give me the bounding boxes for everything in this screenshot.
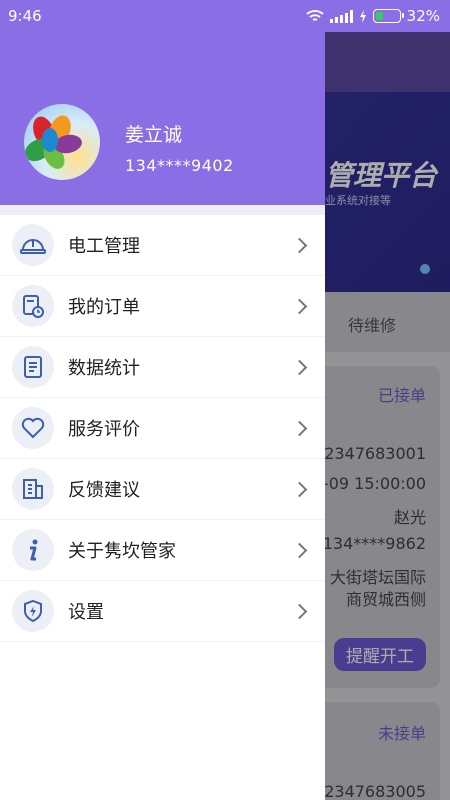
menu-label: 数据统计 [68,358,140,379]
menu-item-data-statistics[interactable]: 数据统计 [0,337,325,398]
divider [0,205,325,215]
menu-item-electrician-management[interactable]: 电工管理 [0,215,325,276]
chevron-right-icon [291,298,308,314]
navigation-drawer: 姜立诚 134****9402 电工管理 我的订单 数据统计 服务评价 反馈建议… [0,0,325,800]
menu-label: 关于隽坎管家 [68,541,176,562]
shield-lightning-icon [12,590,54,632]
order-icon [12,285,54,327]
drawer-menu: 电工管理 我的订单 数据统计 服务评价 反馈建议 关于隽坎管家 设置 [0,215,325,642]
menu-label: 设置 [68,602,104,623]
menu-item-about[interactable]: 关于隽坎管家 [0,520,325,581]
status-time: 9:46 [8,7,42,25]
battery-percent: 32% [406,7,440,25]
signal-icon [329,9,353,23]
user-name: 姜立诚 [125,124,183,146]
heart-icon [12,407,54,449]
chevron-right-icon [291,359,308,375]
chevron-right-icon [291,420,308,436]
chevron-right-icon [291,603,308,619]
helmet-icon [12,224,54,266]
menu-item-service-rating[interactable]: 服务评价 [0,398,325,459]
battery-icon [372,9,404,23]
menu-item-settings[interactable]: 设置 [0,581,325,642]
building-icon [12,468,54,510]
document-icon [12,346,54,388]
menu-label: 服务评价 [68,419,140,440]
chevron-right-icon [291,542,308,558]
menu-item-my-orders[interactable]: 我的订单 [0,276,325,337]
chevron-right-icon [291,481,308,497]
flower-logo-icon [24,115,82,169]
wifi-icon [306,10,324,21]
status-bar: 9:46 32% [0,0,450,32]
menu-label: 电工管理 [68,236,140,257]
menu-item-feedback[interactable]: 反馈建议 [0,459,325,520]
chevron-right-icon [291,237,308,253]
charging-icon [359,9,366,23]
menu-label: 反馈建议 [68,480,140,501]
user-phone: 134****9402 [125,156,234,175]
menu-label: 我的订单 [68,297,140,318]
avatar[interactable] [24,104,100,180]
info-icon [12,529,54,571]
